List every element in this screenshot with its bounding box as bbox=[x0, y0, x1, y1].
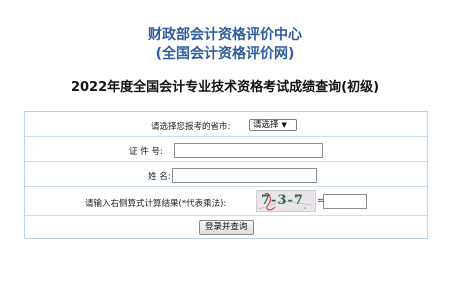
province-select[interactable]: 请选择 ▼ bbox=[249, 119, 297, 131]
score-query-page: 财政部会计资格评价中心 (全国会计资格评价网) 2022年度全国会计专业技术资格… bbox=[0, 0, 450, 300]
org-subname: (全国会计资格评价网) bbox=[155, 46, 295, 62]
name-label: 姓 名: bbox=[148, 172, 171, 182]
submit-row: 登录并查询 bbox=[25, 216, 427, 240]
captcha-row: 请输入右侧算式计算结果(*代表乘法): 7-3-7 = bbox=[25, 187, 427, 216]
query-form: 请选择您报考的省市: 请选择 ▼ 证 件 号: 姓 名: 请输入右侧算式计算结果(… bbox=[24, 111, 428, 239]
id-label: 证 件 号: bbox=[129, 147, 163, 157]
login-query-button[interactable]: 登录并查询 bbox=[199, 220, 254, 235]
province-select-value: 请选择 bbox=[253, 120, 279, 130]
captcha-label: 请输入右侧算式计算结果(*代表乘法): bbox=[85, 199, 227, 209]
page-title: 2022年度全国会计专业技术资格考试成绩查询(初级) bbox=[70, 80, 380, 95]
captcha-answer-input[interactable] bbox=[323, 194, 367, 209]
chevron-down-icon: ▼ bbox=[281, 121, 287, 129]
id-row: 证 件 号: bbox=[25, 137, 427, 162]
name-row: 姓 名: bbox=[25, 162, 427, 187]
name-input[interactable] bbox=[172, 168, 317, 183]
captcha-image[interactable]: 7-3-7 bbox=[256, 190, 316, 212]
province-row: 请选择您报考的省市: 请选择 ▼ bbox=[25, 112, 427, 137]
org-name: 财政部会计资格评价中心 bbox=[148, 27, 302, 43]
id-number-input[interactable] bbox=[174, 143, 323, 158]
province-label: 请选择您报考的省市: bbox=[151, 122, 231, 132]
captcha-text: 7-3-7 bbox=[261, 193, 304, 208]
